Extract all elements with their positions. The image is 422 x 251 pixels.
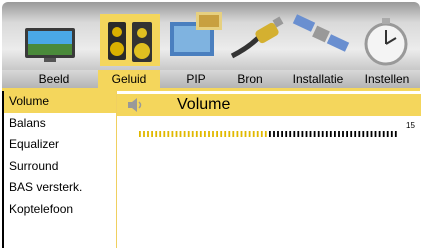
panel-header: Volume xyxy=(117,94,421,116)
tab-geluid[interactable]: Geluid xyxy=(98,70,160,88)
slider-tick xyxy=(346,131,348,137)
slider-tick xyxy=(195,131,198,137)
slider-tick xyxy=(325,131,328,137)
slider-tick xyxy=(252,131,255,137)
slider-tick xyxy=(143,131,145,137)
volume-value: 15 xyxy=(406,121,415,130)
menu-item-equalizer[interactable]: Equalizer xyxy=(4,134,118,156)
slider-tick xyxy=(321,131,324,137)
slider-tick xyxy=(301,131,304,137)
menu-item-koptelefoon[interactable]: Koptelefoon xyxy=(4,199,118,221)
tab-bron[interactable]: Bron xyxy=(228,70,272,88)
slider-tick xyxy=(228,131,231,137)
slider-tick xyxy=(147,131,149,137)
slider-tick xyxy=(329,131,332,137)
slider-tick xyxy=(256,131,259,137)
slider-tick xyxy=(183,131,186,137)
menu-item-volume[interactable]: Volume xyxy=(4,91,118,113)
slider-tick xyxy=(382,131,385,137)
menu-item-surround[interactable]: Surround xyxy=(4,156,118,178)
slider-tick xyxy=(171,131,174,137)
speakers-icon[interactable] xyxy=(100,8,160,68)
slider-tick xyxy=(248,131,251,137)
volume-slider[interactable] xyxy=(139,126,409,137)
slider-tick xyxy=(240,131,243,137)
settings-window: Beeld Geluid PIP Bron Installatie Instel… xyxy=(0,0,422,251)
slider-tick xyxy=(374,131,377,137)
panel-title: Volume xyxy=(177,96,231,113)
slider-tick xyxy=(260,131,263,137)
slider-tick xyxy=(378,131,381,137)
slider-tick xyxy=(204,131,206,137)
slider-tick xyxy=(244,131,247,137)
slider-tick xyxy=(220,131,223,137)
menu-item-bas-versterk[interactable]: BAS versterk. xyxy=(4,177,118,199)
slider-tick xyxy=(297,131,300,137)
clock-icon[interactable] xyxy=(358,8,416,66)
slider-tick xyxy=(354,131,357,137)
slider-tick xyxy=(175,131,178,137)
slider-tick xyxy=(370,131,373,137)
slider-tick xyxy=(208,131,210,137)
slider-tick xyxy=(313,131,316,137)
slider-tick xyxy=(179,131,182,137)
tab-bar: Beeld Geluid PIP Bron Installatie Instel… xyxy=(2,70,420,88)
slider-tick xyxy=(159,131,162,137)
slider-tick xyxy=(386,131,389,137)
tab-beeld[interactable]: Beeld xyxy=(24,70,84,88)
slider-tick xyxy=(224,131,227,137)
slider-tick xyxy=(334,131,336,137)
category-icon-bar xyxy=(2,2,420,70)
slider-tick xyxy=(285,131,288,137)
slider-tick xyxy=(269,131,271,137)
slider-tick xyxy=(390,131,393,137)
slider-tick xyxy=(305,131,308,137)
speaker-icon xyxy=(127,98,145,117)
tab-installatie[interactable]: Installatie xyxy=(286,70,350,88)
slider-tick xyxy=(216,131,218,137)
slider-tick xyxy=(155,131,158,137)
slider-tick xyxy=(236,131,239,137)
slider-tick xyxy=(167,131,170,137)
volume-panel: Volume 15 xyxy=(116,91,421,248)
slider-tick xyxy=(187,131,190,137)
tab-pip[interactable]: PIP xyxy=(174,70,218,88)
slider-tick xyxy=(394,131,397,137)
pip-icon[interactable] xyxy=(168,8,228,66)
slider-tick xyxy=(212,131,214,137)
slider-tick xyxy=(342,131,344,137)
tab-instellen[interactable]: Instellen xyxy=(354,70,420,88)
slider-tick xyxy=(199,131,202,137)
slider-ticks xyxy=(139,131,397,137)
slider-tick xyxy=(264,131,267,137)
slider-tick xyxy=(289,131,292,137)
slider-tick xyxy=(338,131,340,137)
satellite-icon[interactable] xyxy=(290,8,352,66)
slider-tick xyxy=(151,131,153,137)
slider-tick xyxy=(358,131,361,137)
menu-item-balans[interactable]: Balans xyxy=(4,113,118,135)
sound-menu: Volume Balans Equalizer Surround BAS ver… xyxy=(2,91,118,248)
cable-icon[interactable] xyxy=(228,8,288,66)
slider-tick xyxy=(366,131,369,137)
slider-tick xyxy=(317,131,320,137)
slider-tick xyxy=(350,131,353,137)
slider-tick xyxy=(139,131,141,137)
slider-tick xyxy=(293,131,296,137)
tv-icon[interactable] xyxy=(22,8,78,66)
slider-tick xyxy=(277,131,279,137)
slider-tick xyxy=(163,131,166,137)
slider-tick xyxy=(232,131,235,137)
slider-tick xyxy=(309,131,312,137)
slider-tick xyxy=(191,131,194,137)
slider-tick xyxy=(281,131,283,137)
slider-tick xyxy=(273,131,275,137)
slider-tick xyxy=(362,131,365,137)
